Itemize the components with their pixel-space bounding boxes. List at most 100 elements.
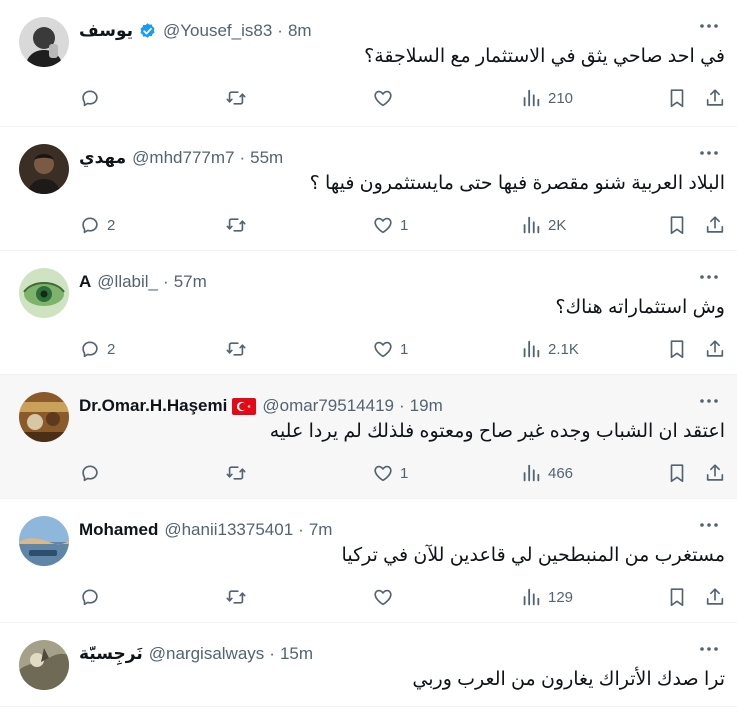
retweet-icon: [225, 338, 247, 360]
user-handle[interactable]: @llabil_: [97, 272, 158, 292]
reply-button[interactable]: 2: [79, 334, 115, 364]
separator-dot: ·: [277, 21, 283, 40]
like-button[interactable]: [372, 83, 400, 113]
retweet-button[interactable]: [225, 210, 253, 240]
more-dots-icon[interactable]: [695, 513, 723, 537]
tweet-actions: 1 466: [0, 458, 737, 488]
bookmark-button[interactable]: [666, 334, 688, 364]
heart-icon: [372, 586, 394, 608]
more-dots-icon[interactable]: [695, 389, 723, 413]
display-name[interactable]: Dr.Omar.H.Haşemi: [79, 396, 227, 416]
timestamp[interactable]: 7m: [309, 520, 333, 540]
tweet-6[interactable]: نَرجِسيّة @nargisalways · 15m ترا صدك ال…: [0, 623, 737, 707]
tweet-5[interactable]: Mohamed @hanii13375401 · 7m مستغرب من ال…: [0, 499, 737, 623]
bookmark-button[interactable]: [666, 210, 688, 240]
tweet-4[interactable]: Dr.Omar.H.Haşemi @omar79514419 · 19m اعت…: [0, 375, 737, 499]
views-button[interactable]: 2K: [520, 210, 566, 240]
reply-button[interactable]: [79, 458, 107, 488]
user-handle[interactable]: @Yousef_is83: [163, 21, 272, 41]
like-button[interactable]: 1: [372, 210, 408, 240]
heart-icon: [372, 214, 394, 236]
share-button[interactable]: [704, 458, 726, 488]
bookmark-button[interactable]: [666, 458, 688, 488]
retweet-icon: [225, 586, 247, 608]
timestamp[interactable]: 57m: [174, 272, 207, 292]
avatar-image: [19, 144, 69, 194]
timestamp[interactable]: 55m: [250, 148, 283, 168]
reply-icon: [79, 214, 101, 236]
reply-count: 2: [107, 216, 116, 234]
more-dots-icon[interactable]: [695, 637, 723, 661]
heart-icon: [372, 87, 394, 109]
display-name[interactable]: A: [79, 272, 91, 292]
tweet-header: مهدي @mhd777m7 · 55m: [79, 145, 283, 171]
more-dots-icon[interactable]: [695, 265, 723, 289]
share-button[interactable]: [704, 210, 726, 240]
more-dots-icon[interactable]: [695, 14, 723, 38]
share-button[interactable]: [704, 582, 726, 612]
tweet-text: ترا صدك الأتراك يغارون من العرب وربي: [412, 669, 725, 690]
timestamp[interactable]: 8m: [288, 21, 312, 41]
views-button[interactable]: 466: [520, 458, 573, 488]
display-name[interactable]: Mohamed: [79, 520, 158, 540]
user-handle[interactable]: @omar79514419: [262, 396, 394, 416]
view-count: 2K: [548, 216, 567, 234]
share-icon: [704, 87, 726, 109]
timestamp[interactable]: 15m: [280, 644, 313, 664]
heart-icon: [372, 338, 394, 360]
retweet-button[interactable]: [225, 458, 253, 488]
retweet-button[interactable]: [225, 83, 253, 113]
separator-dot: ·: [239, 148, 246, 167]
avatar[interactable]: [19, 268, 69, 318]
display-name[interactable]: نَرجِسيّة: [79, 644, 143, 664]
tweet-actions: 129: [0, 582, 737, 612]
user-handle[interactable]: @hanii13375401: [164, 520, 293, 540]
views-button[interactable]: 2.1K: [520, 334, 579, 364]
avatar-image: [19, 268, 69, 318]
like-count: 1: [400, 216, 409, 234]
retweet-icon: [225, 87, 247, 109]
retweet-button[interactable]: [225, 582, 253, 612]
reply-button[interactable]: 2: [79, 210, 115, 240]
view-count: 129: [548, 588, 574, 606]
share-button[interactable]: [704, 83, 726, 113]
bookmark-button[interactable]: [666, 83, 688, 113]
retweet-button[interactable]: [225, 334, 253, 364]
views-chart-icon: [520, 462, 542, 484]
tweet-text: في احد صاحي يثق في الاستثمار مع السلاجقة…: [364, 46, 725, 67]
views-button[interactable]: 129: [520, 582, 573, 612]
tweet-actions: 210: [0, 83, 737, 113]
user-handle[interactable]: @nargisalways: [149, 644, 265, 664]
display-name[interactable]: يوسف: [79, 21, 133, 41]
avatar[interactable]: [19, 640, 69, 690]
like-button[interactable]: [372, 582, 400, 612]
bookmark-icon: [666, 214, 688, 236]
avatar[interactable]: [19, 144, 69, 194]
share-icon: [704, 462, 726, 484]
tweet-header: Mohamed @hanii13375401 · 7m: [79, 517, 332, 543]
reply-button[interactable]: [79, 582, 107, 612]
avatar[interactable]: [19, 516, 69, 566]
like-count: 1: [400, 340, 409, 358]
separator-dot: ·: [269, 644, 275, 663]
timestamp[interactable]: 19m: [410, 396, 443, 416]
turkey-flag-icon: [232, 397, 257, 415]
views-button[interactable]: 210: [520, 83, 573, 113]
tweet-2[interactable]: مهدي @mhd777m7 · 55m البلاد العربية شنو …: [0, 127, 737, 251]
like-button[interactable]: 1: [372, 458, 408, 488]
reply-button[interactable]: [79, 83, 107, 113]
tweet-3[interactable]: A @llabil_ · 57m وش استثماراته هناك؟ 2 1…: [0, 251, 737, 375]
display-name[interactable]: مهدي: [79, 148, 126, 168]
like-button[interactable]: 1: [372, 334, 408, 364]
verified-badge-icon: [138, 22, 157, 41]
tweet-text: مستغرب من المنبطحين لي قاعدين للآن في تر…: [341, 545, 725, 566]
tweet-header: يوسف @Yousef_is83 · 8m: [79, 18, 312, 44]
tweet-1[interactable]: يوسف @Yousef_is83 · 8m في احد صاحي يثق ف…: [0, 0, 737, 127]
share-button[interactable]: [704, 334, 726, 364]
user-handle[interactable]: @mhd777m7: [132, 148, 234, 168]
bookmark-button[interactable]: [666, 582, 688, 612]
more-dots-icon[interactable]: [695, 141, 723, 165]
tweet-text: اعتقد ان الشباب وجده غير صاح ومعتوه فلذل…: [269, 421, 725, 442]
avatar[interactable]: [19, 392, 69, 442]
avatar[interactable]: [19, 17, 69, 67]
